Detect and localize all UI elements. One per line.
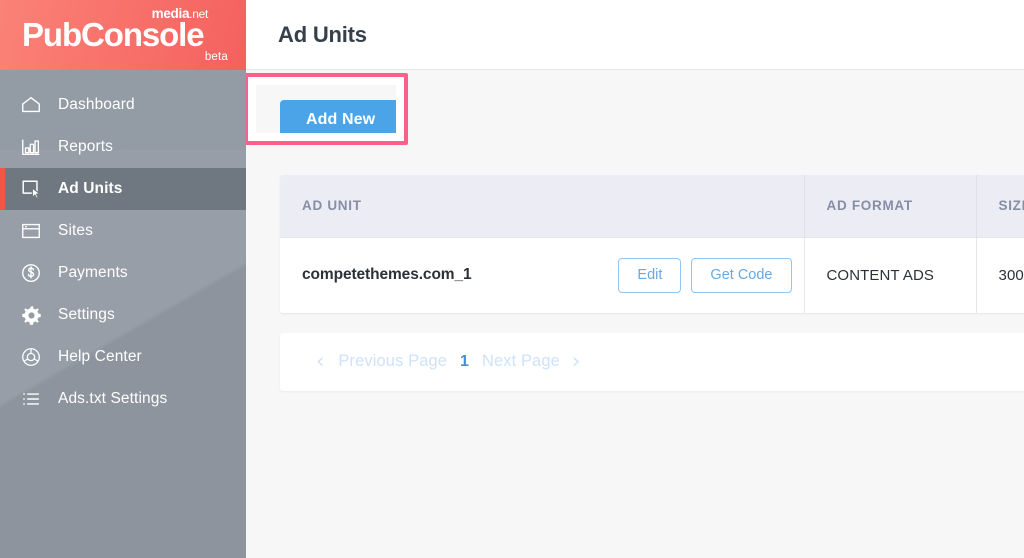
- cell-size: 300 x: [976, 236, 1024, 313]
- product-wordmark: PubConsole: [22, 16, 205, 53]
- lifebuoy-icon: [18, 344, 44, 370]
- table-row: competethemes.com_1 Edit Get Code CONTEN…: [280, 236, 1024, 313]
- ad-format-value: CONTENT ADS: [826, 266, 935, 284]
- sidebar-item-ad-units[interactable]: Ad Units: [0, 168, 246, 210]
- sidebar: media.net PubConsole beta Dashboard Repo…: [0, 0, 246, 558]
- content-area: Add New AD UNIT AD FORMAT SIZE: [246, 70, 1024, 391]
- sidebar-item-payments[interactable]: Payments: [0, 252, 246, 294]
- beta-tag: beta: [204, 51, 228, 63]
- sidebar-item-label: Sites: [58, 222, 93, 239]
- row-actions: Edit Get Code: [618, 257, 792, 293]
- sidebar-item-label: Reports: [58, 138, 113, 155]
- sidebar-nav: Dashboard Reports Ad Units Sites Payment…: [0, 70, 246, 420]
- table-header-row: AD UNIT AD FORMAT SIZE: [280, 175, 1024, 237]
- next-page-chevron-icon[interactable]: ›: [564, 351, 588, 372]
- get-code-button[interactable]: Get Code: [691, 257, 792, 293]
- pubconsole-app: media.net PubConsole beta Dashboard Repo…: [0, 0, 1024, 558]
- sidebar-item-label: Settings: [58, 306, 115, 323]
- previous-page-link[interactable]: Previous Page: [338, 352, 447, 371]
- sidebar-item-help-center[interactable]: Help Center: [0, 336, 246, 378]
- page-title: Ad Units: [278, 21, 367, 47]
- page-number-1[interactable]: 1: [460, 353, 469, 371]
- table-head: AD UNIT AD FORMAT SIZE: [280, 175, 1024, 237]
- sidebar-item-reports[interactable]: Reports: [0, 126, 246, 168]
- topbar: Ad Units: [246, 0, 1024, 70]
- list-icon: [18, 386, 44, 412]
- table-body: competethemes.com_1 Edit Get Code CONTEN…: [280, 236, 1024, 313]
- brand-logo[interactable]: media.net PubConsole beta: [0, 0, 246, 70]
- sidebar-item-settings[interactable]: Settings: [0, 294, 246, 336]
- edit-button[interactable]: Edit: [618, 257, 682, 293]
- next-page-link[interactable]: Next Page: [482, 352, 560, 371]
- prev-page-chevron-icon[interactable]: ‹: [308, 351, 332, 372]
- sidebar-item-label: Dashboard: [58, 96, 135, 113]
- browser-icon: [18, 218, 44, 244]
- column-header-ad-format: AD FORMAT: [804, 175, 977, 237]
- sidebar-item-label: Ads.txt Settings: [58, 390, 168, 407]
- sidebar-item-dashboard[interactable]: Dashboard: [0, 84, 246, 126]
- ad-units-table-card: AD UNIT AD FORMAT SIZE competethemes.com…: [280, 175, 1024, 313]
- gear-icon: [18, 302, 44, 328]
- add-new-wrapper: Add New: [246, 73, 408, 145]
- bar-chart-icon: [18, 134, 44, 160]
- home-icon: [18, 92, 44, 118]
- column-header-ad-unit: AD UNIT: [280, 175, 805, 237]
- column-header-size: SIZE: [976, 175, 1024, 237]
- sidebar-item-sites[interactable]: Sites: [0, 210, 246, 252]
- pagination: ‹ Previous Page 1 Next Page ›: [280, 332, 1024, 391]
- ad-unit-icon: [18, 176, 44, 202]
- sidebar-item-label: Help Center: [58, 348, 142, 365]
- sidebar-item-label: Payments: [58, 264, 128, 281]
- sidebar-item-label: Ad Units: [58, 180, 123, 197]
- ad-units-table: AD UNIT AD FORMAT SIZE competethemes.com…: [280, 175, 1024, 313]
- cell-ad-unit: competethemes.com_1 Edit Get Code: [280, 236, 805, 313]
- size-value: 300 x: [998, 266, 1024, 284]
- add-new-button[interactable]: Add New: [280, 100, 402, 141]
- dollar-icon: [18, 260, 44, 286]
- cell-ad-format: CONTENT ADS: [804, 236, 977, 313]
- main-content: Ad Units Add New AD UNIT AD FORMAT SIZE: [246, 0, 1024, 558]
- sidebar-item-ads-txt-settings[interactable]: Ads.txt Settings: [0, 378, 246, 420]
- ad-unit-name: competethemes.com_1: [302, 266, 472, 283]
